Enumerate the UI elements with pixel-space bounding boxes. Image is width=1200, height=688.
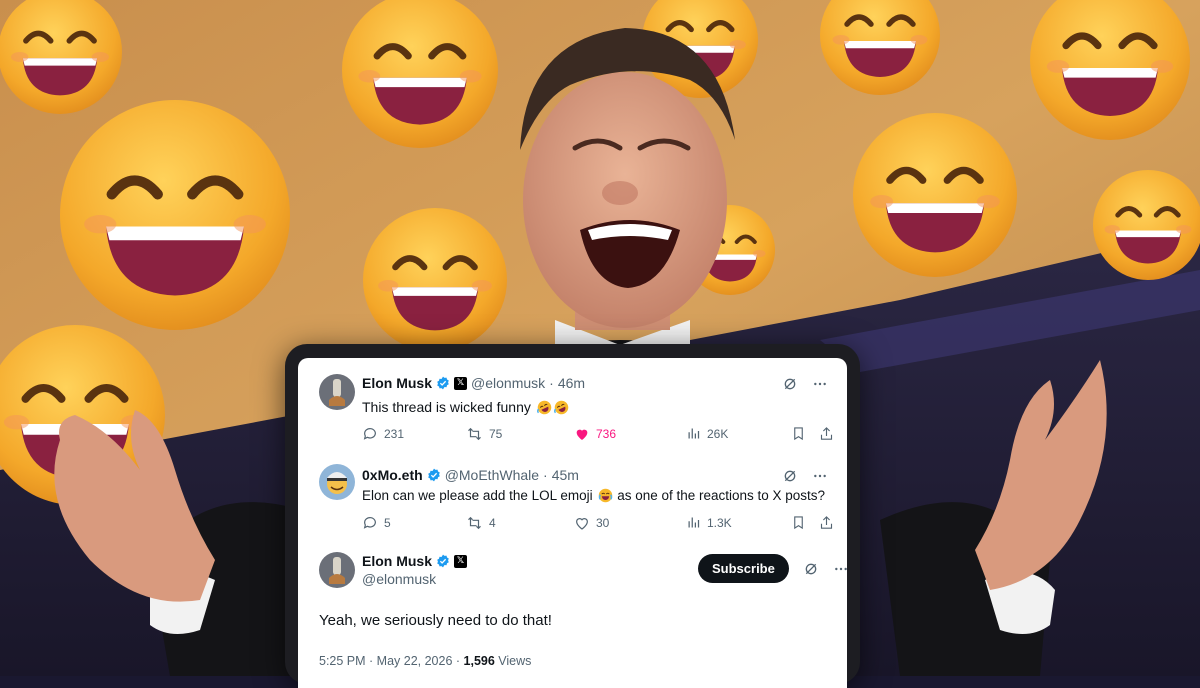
author-display-name[interactable]: Elon Musk xyxy=(362,375,432,391)
x-affiliate-badge-icon: 𝕏 xyxy=(454,554,468,568)
reply-count: 231 xyxy=(384,427,405,441)
bookmark-button[interactable] xyxy=(791,515,806,530)
reply-icon xyxy=(363,517,376,529)
thread-post-1[interactable]: Elon Musk 𝕏 @elonmusk · 46m This thread … xyxy=(298,358,847,462)
post-text-part-2: as one of the reactions to X posts? xyxy=(617,488,826,503)
author-display-name[interactable]: Elon Musk xyxy=(362,553,432,569)
view-count: 26K xyxy=(707,426,729,441)
verified-badge-icon xyxy=(427,468,441,482)
grok-icon[interactable] xyxy=(782,468,798,484)
like-button[interactable]: 30 xyxy=(574,515,609,531)
avatar[interactable] xyxy=(319,374,355,410)
rofl-emoji-icon xyxy=(536,400,551,415)
heart-outline-icon xyxy=(576,518,588,530)
avatar[interactable] xyxy=(319,552,355,588)
subscribe-button[interactable]: Subscribe xyxy=(698,554,789,583)
share-icon xyxy=(820,516,833,529)
verified-badge-icon xyxy=(436,554,450,568)
share-button[interactable] xyxy=(819,515,834,530)
post-metadata: 5:25 PM · May 22, 2026 · 1,596 Views xyxy=(319,654,531,668)
bookmark-button[interactable] xyxy=(791,426,806,441)
repost-button[interactable]: 4 xyxy=(466,515,496,531)
reply-icon xyxy=(363,428,376,440)
grok-icon[interactable] xyxy=(782,376,798,392)
rofl-emoji-icon xyxy=(553,400,568,415)
like-count: 30 xyxy=(596,516,610,530)
views-button[interactable]: 1.3K xyxy=(686,515,732,530)
x-affiliate-badge-icon: 𝕏 xyxy=(454,376,468,390)
tweet-thread-screen: Elon Musk 𝕏 @elonmusk · 46m This thread … xyxy=(298,358,847,688)
views-label: Views xyxy=(498,654,532,668)
heart-filled-icon xyxy=(576,429,588,440)
main-post[interactable]: Elon Musk 𝕏 @elonmusk Subscribe Yeah, we… xyxy=(298,550,847,688)
main-post-text: Yeah, we seriously need to do that! xyxy=(319,612,552,629)
repost-icon xyxy=(468,427,481,441)
views-chart-icon xyxy=(688,517,700,528)
repost-count: 75 xyxy=(489,427,503,441)
post-text-part-1: Elon can we please add the LOL emoji xyxy=(362,488,593,503)
views-chart-icon xyxy=(688,428,700,439)
repost-button[interactable]: 75 xyxy=(466,426,502,442)
view-count: 1.3K xyxy=(707,515,732,530)
author-handle[interactable]: @elonmusk xyxy=(362,571,436,587)
bookmark-icon xyxy=(794,516,803,530)
views-button[interactable]: 26K xyxy=(686,426,728,441)
tears-of-joy-emoji-icon xyxy=(599,488,613,503)
author-handle[interactable]: @MoEthWhale xyxy=(445,467,539,483)
like-count: 736 xyxy=(596,427,617,441)
grok-icon[interactable] xyxy=(803,561,819,577)
more-options-icon[interactable] xyxy=(812,376,828,392)
like-button[interactable]: 736 xyxy=(574,426,616,442)
post-text: This thread is wicked funny xyxy=(362,399,531,415)
separator-dot: · xyxy=(543,467,548,483)
separator-dot: · xyxy=(549,375,554,391)
avatar[interactable] xyxy=(319,464,355,500)
bookmark-icon xyxy=(794,427,803,441)
reply-button[interactable]: 5 xyxy=(362,515,391,531)
reply-button[interactable]: 231 xyxy=(362,426,404,442)
post-time[interactable]: 46m xyxy=(558,375,585,391)
repost-count: 4 xyxy=(489,516,496,530)
post-time[interactable]: 45m xyxy=(552,467,579,483)
share-button[interactable] xyxy=(819,426,834,441)
verified-badge-icon xyxy=(436,376,450,390)
more-options-icon[interactable] xyxy=(833,561,847,577)
reply-count: 5 xyxy=(384,516,391,530)
tablet-device: Elon Musk 𝕏 @elonmusk · 46m This thread … xyxy=(285,344,860,688)
more-options-icon[interactable] xyxy=(812,468,828,484)
views-count: 1,596 xyxy=(463,654,495,668)
post-timestamp[interactable]: 5:25 PM · May 22, 2026 · xyxy=(319,654,464,668)
thread-post-2[interactable]: 0xMo.eth @MoEthWhale · 45m Elon can we p… xyxy=(298,462,847,550)
author-display-name[interactable]: 0xMo.eth xyxy=(362,467,423,483)
author-handle[interactable]: @elonmusk xyxy=(471,375,545,391)
share-icon xyxy=(820,427,833,440)
repost-icon xyxy=(468,516,481,530)
